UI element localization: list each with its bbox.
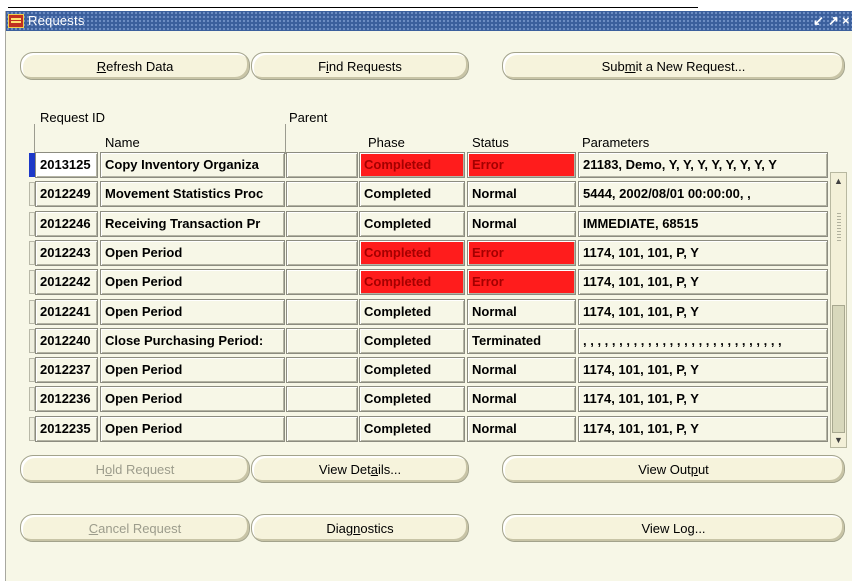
phase-cell[interactable]: Completed [359,269,465,295]
status-cell[interactable]: Error [467,269,576,295]
request-id-cell[interactable]: 2012241 [35,299,98,325]
phase-cell[interactable]: Completed [359,416,465,442]
parent-cell[interactable] [286,416,358,442]
parent-cell[interactable] [286,181,358,207]
status-cell[interactable]: Normal [467,181,576,207]
parent-cell[interactable] [286,152,358,178]
name-cell[interactable]: Open Period [100,416,285,442]
status-cell[interactable]: Terminated [467,328,576,354]
view-log-button[interactable]: View Log... [502,514,845,542]
phase-cell[interactable]: Completed [359,357,465,383]
request-id-cell[interactable]: 2012249 [35,181,98,207]
minimize-icon[interactable]: ↙ [813,13,824,29]
status-cell[interactable]: Normal [467,386,576,412]
request-id-cell[interactable]: 2012246 [35,211,98,237]
header-divider [34,124,35,154]
name-cell[interactable]: Open Period [100,357,285,383]
name-cell[interactable]: Copy Inventory Organiza [100,152,285,178]
scroll-up-icon[interactable]: ▲ [831,174,846,188]
phase-cell[interactable]: Completed [359,328,465,354]
refresh-data-button[interactable]: Refresh Data [20,52,250,80]
phase-cell[interactable]: Completed [359,152,465,178]
scroll-grip [837,213,841,241]
close-icon[interactable]: × [842,13,850,28]
status-cell[interactable]: Normal [467,416,576,442]
name-cell[interactable]: Open Period [100,299,285,325]
parameters-cell[interactable]: 5444, 2002/08/01 00:00:00, , [578,181,828,207]
requests-window: Requests ↙ ↗ × Refresh Data Find Request… [5,11,852,581]
parent-cell[interactable] [286,211,358,237]
name-cell[interactable]: Receiving Transaction Pr [100,211,285,237]
parent-cell[interactable] [286,328,358,354]
hold-request-button[interactable]: Hold Request [20,455,250,483]
maximize-icon[interactable]: ↗ [828,13,839,29]
parameters-cell[interactable]: 1174, 101, 101, P, Y [578,269,828,295]
find-requests-button[interactable]: Find Requests [251,52,469,80]
status-cell[interactable]: Error [467,152,576,178]
parameters-cell[interactable]: 1174, 101, 101, P, Y [578,240,828,266]
parameters-cell[interactable]: , , , , , , , , , , , , , , , , , , , , … [578,328,828,354]
table-scrollbar[interactable]: ▲ ▼ [830,172,847,448]
parameters-cell[interactable]: 1174, 101, 101, P, Y [578,416,828,442]
window-title: Requests [28,13,85,28]
scroll-down-icon[interactable]: ▼ [831,433,846,447]
header-divider [285,124,286,154]
request-id-cell[interactable]: 2012240 [35,328,98,354]
request-id-cell[interactable]: 2012243 [35,240,98,266]
diagnostics-button[interactable]: Diagnostics [251,514,469,542]
request-id-cell[interactable]: 2012237 [35,357,98,383]
view-details-button[interactable]: View Details... [251,455,469,483]
parent-cell[interactable] [286,240,358,266]
phase-cell[interactable]: Completed [359,299,465,325]
phase-cell[interactable]: Completed [359,240,465,266]
status-header: Status [472,135,509,150]
parameters-cell[interactable]: 1174, 101, 101, P, Y [578,299,828,325]
name-cell[interactable]: Close Purchasing Period: [100,328,285,354]
phase-cell[interactable]: Completed [359,211,465,237]
submit-new-request-button[interactable]: Submit a New Request... [502,52,845,80]
phase-cell[interactable]: Completed [359,386,465,412]
parent-cell[interactable] [286,357,358,383]
request-id-cell[interactable]: 2012235 [35,416,98,442]
parameters-cell[interactable]: IMMEDIATE, 68515 [578,211,828,237]
name-cell[interactable]: Movement Statistics Proc [100,181,285,207]
parent-header: Parent [289,110,328,125]
name-header: Name [105,135,140,150]
name-cell[interactable]: Open Period [100,240,285,266]
name-cell[interactable]: Open Period [100,269,285,295]
parameters-cell[interactable]: 21183, Demo, Y, Y, Y, Y, Y, Y, Y, Y [578,152,828,178]
parent-cell[interactable] [286,386,358,412]
parameters-cell[interactable]: 1174, 101, 101, P, Y [578,386,828,412]
status-cell[interactable]: Normal [467,299,576,325]
request-id-cell[interactable]: 2013125 [35,152,98,178]
status-cell[interactable]: Error [467,240,576,266]
view-output-button[interactable]: View Output [502,455,845,483]
request-id-cell[interactable]: 2012242 [35,269,98,295]
status-cell[interactable]: Normal [467,357,576,383]
parent-cell[interactable] [286,299,358,325]
scroll-thumb[interactable] [832,305,845,433]
parameters-cell[interactable]: 1174, 101, 101, P, Y [578,357,828,383]
window-titlebar[interactable]: Requests ↙ ↗ × [6,11,852,31]
background-strip [0,0,852,9]
request-id-header: Request ID [40,110,106,125]
request-id-cell[interactable]: 2012236 [35,386,98,412]
phase-cell[interactable]: Completed [359,181,465,207]
status-cell[interactable]: Normal [467,211,576,237]
parameters-header: Parameters [582,135,650,150]
cancel-request-button[interactable]: Cancel Request [20,514,250,542]
phase-header: Phase [368,135,405,150]
oracle-app-icon [8,14,24,28]
name-cell[interactable]: Open Period [100,386,285,412]
parent-cell[interactable] [286,269,358,295]
